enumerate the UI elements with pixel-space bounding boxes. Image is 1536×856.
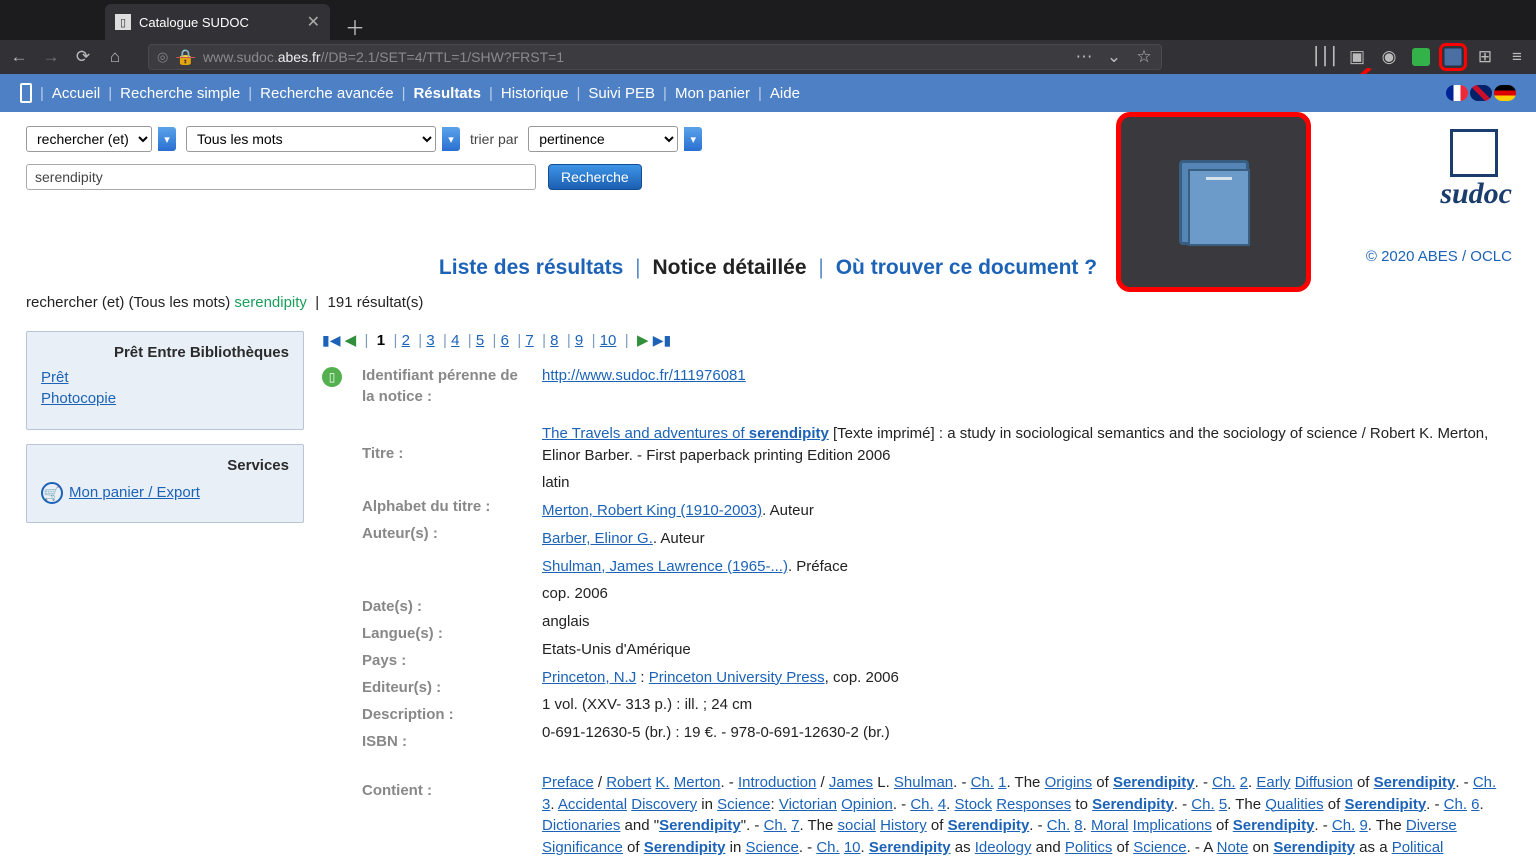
link-photocopie[interactable]: Photocopie	[41, 390, 289, 407]
main-column: ▮◀ ◀ | 1 | 2 | 3 | 4 | 5 | 6 | 7 | 8 | 9…	[322, 331, 1510, 856]
insecure-icon[interactable]: 🔒	[176, 48, 195, 66]
pager-page[interactable]: 9	[575, 332, 583, 349]
cart-icon: 🛒	[41, 482, 63, 504]
pager-page[interactable]: 3	[426, 332, 434, 349]
url-text: www.sudoc.abes.fr//DB=2.1/SET=4/TTL=1/SH…	[203, 49, 564, 65]
nav-accueil[interactable]: Accueil	[52, 85, 100, 102]
back-button[interactable]: ←	[10, 48, 28, 66]
extension-popup-callout	[1116, 112, 1311, 292]
account-icon[interactable]: ◉	[1380, 48, 1398, 66]
publisher-place-link[interactable]: Princeton, N.J	[542, 669, 636, 686]
pager-page[interactable]: 2	[402, 332, 410, 349]
pager-page[interactable]: 5	[476, 332, 484, 349]
pager-next-icon[interactable]: ▶	[637, 332, 649, 349]
tab-close-icon[interactable]: ✕	[307, 12, 320, 32]
publisher-link[interactable]: Princeton University Press	[649, 669, 825, 686]
browser-tab[interactable]: ▯ Catalogue SUDOC ✕	[105, 4, 330, 40]
lang-english-icon[interactable]	[1470, 85, 1492, 101]
select-arrow-icon: ▾	[158, 127, 176, 151]
forward-button[interactable]: →	[42, 48, 60, 66]
select-arrow-icon: ▾	[684, 127, 702, 151]
hamburger-menu-icon[interactable]: ≡	[1508, 48, 1526, 66]
services-box: Services 🛒 Mon panier / Export	[26, 444, 304, 523]
author-link[interactable]: Barber, Elinor G.	[542, 530, 653, 547]
new-tab-button[interactable]: ＋	[345, 12, 365, 41]
search-scope-select[interactable]: rechercher (et)	[26, 126, 152, 152]
subnav-liste[interactable]: Liste des résultats	[439, 256, 623, 279]
title-link[interactable]: The Travels and adventures of serendipit…	[542, 425, 829, 442]
contents-text: Preface / Robert K. Merton. - Introducti…	[542, 772, 1510, 856]
library-icon[interactable]: ⎮⎮⎮	[1316, 48, 1334, 66]
tab-title: Catalogue SUDOC	[139, 15, 307, 30]
pager-page[interactable]: 8	[550, 332, 558, 349]
pager-page[interactable]: 4	[451, 332, 459, 349]
select-arrow-icon: ▾	[442, 127, 460, 151]
sidebar: Prêt Entre Bibliothèques Prêt Photocopie…	[26, 331, 304, 856]
tab-strip: ▯ Catalogue SUDOC ✕ ＋	[0, 0, 1536, 40]
tab-favicon-icon: ▯	[115, 14, 131, 30]
nav-mon-panier[interactable]: Mon panier	[675, 85, 750, 102]
copyright-text: © 2020 ABES / OCLC	[1366, 248, 1512, 265]
sidebar-icon[interactable]: ▣	[1348, 48, 1366, 66]
link-pret[interactable]: Prêt	[41, 369, 289, 386]
pager-page-current: 1	[377, 332, 385, 349]
home-button[interactable]: ⌂	[106, 48, 124, 66]
reload-button[interactable]: ⟳	[74, 48, 92, 66]
pocket-icon[interactable]: ⌄	[1105, 48, 1123, 66]
pager-first-icon[interactable]: ▮◀	[322, 332, 340, 348]
extension-sudoc-icon[interactable]	[1444, 48, 1462, 66]
nav-recherche-avancee[interactable]: Recherche avancée	[260, 85, 393, 102]
record-type-icon: ▯	[322, 367, 342, 387]
nav-historique[interactable]: Historique	[501, 85, 569, 102]
pager-page[interactable]: 6	[501, 332, 509, 349]
browser-toolbar: ← → ⟳ ⌂ ◎ 🔒 www.sudoc.abes.fr//DB=2.1/SE…	[0, 40, 1536, 74]
search-input[interactable]	[26, 164, 536, 190]
address-bar[interactable]: ◎ 🔒 www.sudoc.abes.fr//DB=2.1/SET=4/TTL=…	[148, 44, 1162, 70]
sort-label: trier par	[470, 131, 518, 147]
services-title: Services	[41, 457, 289, 474]
pager: ▮◀ ◀ | 1 | 2 | 3 | 4 | 5 | 6 | 7 | 8 | 9…	[322, 331, 1510, 349]
shield-icon[interactable]: ◎	[157, 49, 168, 65]
peb-box: Prêt Entre Bibliothèques Prêt Photocopie	[26, 331, 304, 430]
search-field-select[interactable]: Tous les mots	[186, 126, 436, 152]
peb-title: Prêt Entre Bibliothèques	[41, 344, 289, 361]
mobile-icon[interactable]	[20, 83, 32, 103]
subnav-notice: Notice détaillée	[652, 256, 806, 279]
sudoc-pictogram-icon	[1455, 130, 1497, 172]
lang-french-icon[interactable]	[1446, 85, 1468, 101]
book-icon	[1179, 160, 1249, 245]
subnav-where[interactable]: Où trouver ce document ?	[836, 256, 1097, 279]
pager-page[interactable]: 10	[600, 332, 617, 349]
meatball-icon[interactable]: ⋯	[1075, 48, 1093, 66]
pager-last-icon[interactable]: ▶▮	[653, 332, 671, 348]
extension-green-icon[interactable]	[1412, 48, 1430, 66]
record: ▯ Identifiant pérenne de la notice : Tit…	[322, 365, 1510, 856]
link-export[interactable]: Mon panier / Export	[69, 484, 200, 501]
lang-german-icon[interactable]	[1494, 85, 1516, 101]
record-labels: Identifiant pérenne de la notice : Titre…	[362, 365, 522, 856]
site-nav: | Accueil| Recherche simple| Recherche a…	[0, 74, 1536, 112]
record-values: http://www.sudoc.fr/111976081 The Travel…	[542, 365, 1510, 856]
author-link[interactable]: Shulman, James Lawrence (1965-...)	[542, 558, 788, 575]
nav-resultats[interactable]: Résultats	[413, 85, 481, 102]
bookmark-star-icon[interactable]: ☆	[1135, 48, 1153, 66]
search-button[interactable]: Recherche	[548, 164, 642, 190]
sort-select[interactable]: pertinence	[528, 126, 678, 152]
nav-recherche-simple[interactable]: Recherche simple	[120, 85, 240, 102]
nav-aide[interactable]: Aide	[770, 85, 800, 102]
author-link[interactable]: Merton, Robert King (1910-2003)	[542, 502, 762, 519]
pager-prev-icon[interactable]: ◀	[345, 332, 357, 349]
extension-puzzle-icon[interactable]: ⊞	[1476, 48, 1494, 66]
permalink[interactable]: http://www.sudoc.fr/111976081	[542, 367, 746, 384]
pager-page[interactable]: 7	[525, 332, 533, 349]
sudoc-logo: sudoc	[1440, 130, 1512, 211]
nav-suivi-peb[interactable]: Suivi PEB	[588, 85, 655, 102]
